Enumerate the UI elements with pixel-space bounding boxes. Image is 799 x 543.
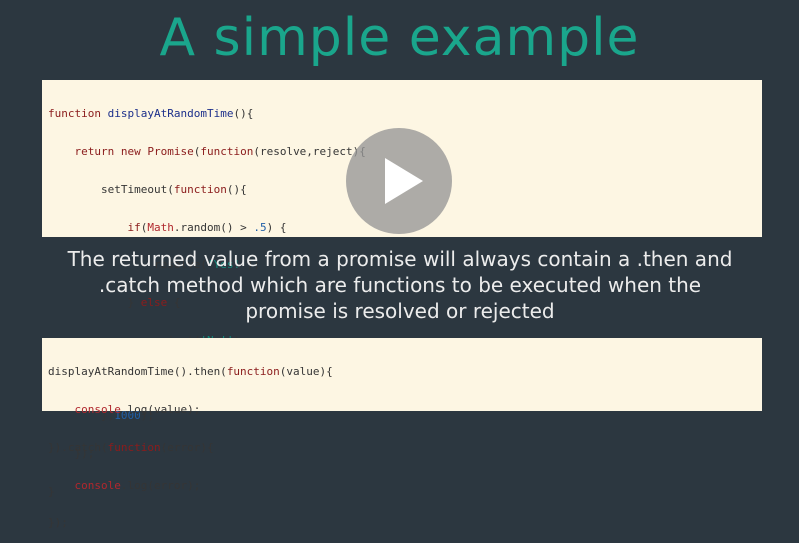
code-keyword: function [200, 144, 254, 158]
code-text: (resolve,reject){ [253, 144, 366, 158]
code-line: }); [48, 517, 756, 530]
code-line: console.log(error); [48, 478, 756, 493]
code-line: displayAtRandomTime().then(function(valu… [48, 365, 756, 379]
code-text: (value){ [279, 365, 333, 379]
code-line: console.log(value); [48, 402, 756, 417]
code-text: displayAtRandomTime().then( [48, 365, 227, 379]
code-keyword: function [226, 365, 280, 379]
code-keyword: function [48, 107, 101, 121]
code-text: .log(value); [120, 402, 201, 416]
code-text: (){ [226, 182, 247, 196]
code-text: .random() > [173, 220, 254, 234]
code-keyword: return new Promise [74, 144, 194, 158]
code-text: setTimeout( [48, 182, 174, 196]
code-object: Math [147, 220, 174, 234]
code-text: ) { [266, 220, 287, 234]
code-text: .log(error); [120, 478, 201, 492]
code-text: (){ [233, 107, 254, 121]
code-keyword: function [107, 440, 161, 454]
code-object: console [74, 478, 121, 492]
slide-title: A simple example [159, 8, 640, 68]
code-object: console [74, 402, 121, 416]
code-number: .5 [253, 220, 267, 234]
play-icon [385, 158, 423, 204]
code-line: }).catch(function(error){ [48, 440, 756, 455]
play-button[interactable] [346, 128, 452, 234]
code-function-name: displayAtRandomTime [107, 107, 234, 121]
code-text: }); [48, 516, 68, 530]
code-text: (error){ [160, 440, 214, 454]
code-line: function displayAtRandomTime(){ [48, 107, 756, 121]
code-text: }).catch( [48, 440, 108, 454]
code-block-then-catch: displayAtRandomTime().then(function(valu… [42, 338, 762, 529]
code-keyword: function [173, 182, 227, 196]
slide-description: The returned value from a promise will a… [67, 247, 733, 323]
code-keyword: if [127, 220, 141, 234]
